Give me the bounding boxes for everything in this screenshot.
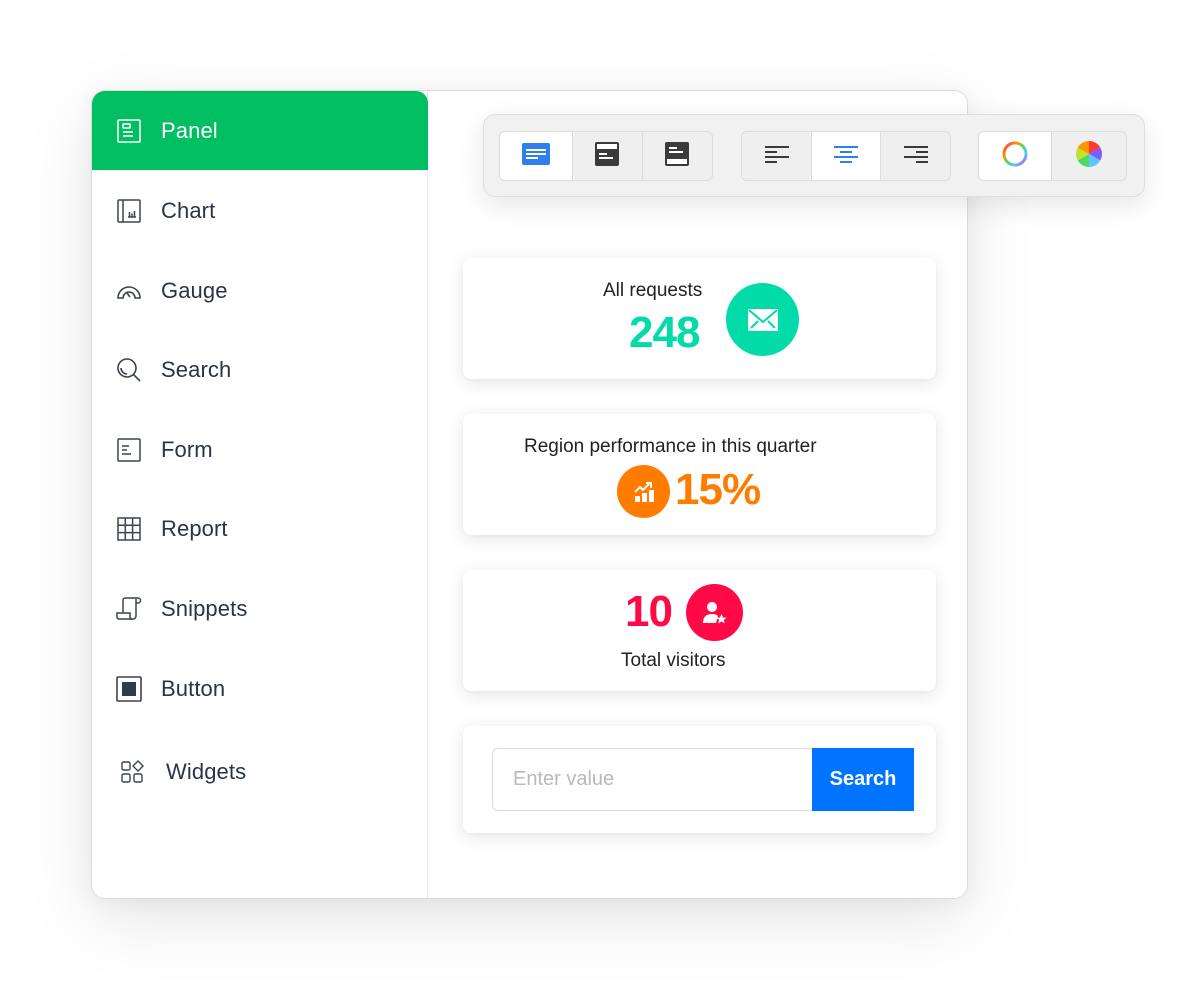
layout-header-button[interactable] (573, 132, 643, 180)
layout-footer-icon (665, 141, 690, 171)
form-icon (116, 437, 142, 463)
snippets-icon (116, 596, 142, 622)
sidebar-item-form[interactable]: Form (92, 410, 428, 489)
sidebar-item-panel[interactable]: Panel (92, 91, 428, 170)
report-icon (116, 516, 142, 542)
layout-button-group (499, 131, 713, 181)
user-star-icon (686, 584, 743, 641)
sidebar-item-label: Report (161, 515, 228, 541)
stat-label: Region performance in this quarter (524, 436, 817, 457)
growth-chart-icon (617, 465, 670, 518)
align-center-button[interactable] (812, 132, 881, 180)
mail-icon (726, 283, 799, 356)
sidebar-item-label: Snippets (161, 595, 248, 621)
stat-card-visitors: 10 Total visitors (463, 570, 936, 691)
sidebar-item-label: Search (161, 356, 232, 382)
align-button-group (741, 131, 951, 181)
sidebar-item-search[interactable]: Search (92, 330, 428, 409)
color-ring-button[interactable] (979, 132, 1053, 180)
sidebar-item-label: Panel (161, 117, 218, 143)
sidebar-item-chart[interactable]: Chart (92, 171, 428, 250)
panel-icon (116, 118, 142, 144)
color-ring-icon (1001, 140, 1029, 173)
sidebar-item-widgets[interactable]: Widgets (92, 732, 428, 811)
sidebar-item-report[interactable]: Report (92, 489, 428, 568)
layout-header-icon (595, 141, 620, 171)
gauge-icon (116, 278, 142, 304)
align-right-button[interactable] (881, 132, 950, 180)
layout-plain-button[interactable] (500, 132, 574, 180)
sidebar-item-gauge[interactable]: Gauge (92, 251, 428, 330)
chart-icon (116, 198, 142, 224)
search-icon (116, 357, 142, 383)
align-center-icon (834, 145, 858, 168)
search-input[interactable] (492, 748, 813, 811)
color-wheel-button[interactable] (1052, 132, 1126, 180)
sidebar-item-label: Widgets (166, 758, 247, 784)
sidebar-item-label: Chart (161, 197, 216, 223)
sidebar-item-label: Form (161, 436, 213, 462)
stat-card-performance: Region performance in this quarter 15% (463, 414, 936, 535)
sidebar: Panel Chart Gauge Search Form Report Sni… (92, 91, 428, 898)
layout-footer-button[interactable] (643, 132, 712, 180)
align-right-icon (903, 145, 928, 168)
stat-card-requests: All requests 248 (463, 258, 936, 379)
stat-value: 248 (629, 308, 700, 357)
sidebar-item-snippets[interactable]: Snippets (92, 569, 428, 648)
stat-value: 10 (625, 587, 673, 636)
sidebar-item-label: Gauge (161, 277, 228, 303)
layout-plain-icon (522, 142, 551, 170)
search-button[interactable]: Search (812, 748, 914, 811)
stat-value: 15% (675, 465, 761, 514)
widgets-icon (120, 759, 146, 785)
sidebar-item-label: Button (161, 675, 226, 701)
button-icon (116, 675, 142, 702)
align-left-icon (764, 145, 789, 168)
sidebar-item-button[interactable]: Button (92, 649, 428, 728)
color-button-group (978, 131, 1127, 181)
format-toolbar (483, 114, 1145, 197)
align-left-button[interactable] (742, 132, 812, 180)
stat-label: All requests (603, 280, 703, 301)
color-wheel-icon (1075, 140, 1103, 172)
stat-label: Total visitors (621, 650, 726, 671)
